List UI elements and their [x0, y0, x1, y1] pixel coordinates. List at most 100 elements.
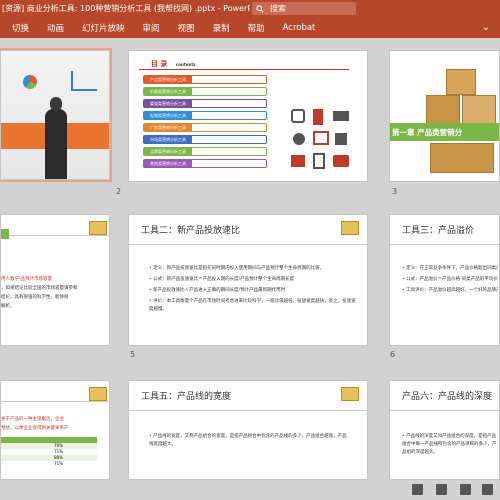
toc-item: 品牌类营销分析工具 [143, 147, 267, 156]
slide-thumbnail-9[interactable]: 产品六：产品线的深度 产品线的深度又叫产品组合的深度，是指产品组合中每一产品线所… [389, 380, 500, 480]
bullet-item: 定义：新产品投放速比是指在同时期内投入使用期间与产品预计整个生命周期的比值。 [149, 265, 359, 273]
toc-item-label: 促销类营销分析工具 [144, 112, 192, 119]
toc-item: 产品类营销分析工具 [143, 75, 267, 84]
slide-number-5: 5 [130, 350, 136, 359]
slide-sorter-view-icon[interactable] [436, 484, 447, 495]
tab-view[interactable]: 视图 [169, 22, 204, 34]
box-shadow [430, 143, 494, 173]
slide-title: 工具二：新产品投放速比 [141, 226, 241, 236]
box [446, 69, 476, 95]
toc-item: 市场类营销分析工具 [143, 135, 267, 144]
slide-title: 产品六：产品线的深度 [402, 392, 493, 402]
toc-list: 产品类营销分析工具 价格类营销分析工具 渠道类营销分析工具 促销类营销分析工具 广告类营… [143, 75, 267, 171]
toc-item: 促销类营销分析工具 [143, 111, 267, 120]
ribbon-tabs: 切换 动画 幻灯片放映 审阅 视图 录制 帮助 Acrobat ⌄ [0, 17, 500, 38]
slide-number-2: 2 [116, 187, 122, 196]
title-bar: [资源] 商业分析工具: 100种营销分析工具 (我帮找网) .pptx - P… [0, 0, 500, 17]
chapter-banner: 第一章 产品类营销分 [390, 123, 499, 141]
toc-underline [139, 69, 349, 70]
table-row: 71% [1, 461, 97, 467]
reading-view-icon[interactable] [460, 484, 471, 495]
slide-text: 用人数/产品预计市场容量 ，如果结论比较全国的市场容量请参和 结论，具有很强的科… [1, 275, 109, 311]
tool-icon [333, 155, 349, 167]
chevron-down-icon[interactable]: ⌄ [482, 22, 490, 33]
toc-subtitle: contents [175, 62, 196, 67]
presenter-head [50, 97, 62, 111]
box-stack [426, 69, 499, 127]
slide-thumbnail-2[interactable]: 目 录 contents 产品类营销分析工具 价格类营销分析工具 渠道类营销分析工具… [128, 50, 368, 182]
bullet-list: 产品线的宽度，又称产品组合的宽度，是指产品组合中包含的产品线的多少，产品组合越宽… [149, 433, 349, 452]
toc-item-label: 市场类营销分析工具 [144, 136, 192, 143]
text-line: ，如果结论比较全国的市场容量请参和 [1, 286, 78, 291]
text-line: 用人数/产品预计市场容量 [1, 277, 53, 282]
folder-icon [341, 387, 359, 401]
tool-icons [289, 109, 355, 173]
slide-thumbnail-7[interactable]: 关于产品的一种主观概念，企业 预估，以便企业会得到关键关系产 70% 71% 8… [0, 380, 110, 480]
slide-title: 工具三：产品溢价 [402, 226, 475, 236]
search-placeholder: 搜索 [270, 4, 286, 13]
bullet-item: 公式：新产品投放速比＝产品投入期的长度/产品预计整个生命周期长度 [149, 276, 359, 284]
bullet-item: 公式：产品溢价＝产品价格-同类产品的平均价格 [402, 276, 498, 284]
tab-help[interactable]: 帮助 [239, 22, 274, 34]
tab-transitions[interactable]: 切换 [3, 22, 38, 34]
slide-text: 关于产品的一种主观概念，企业 预估，以便企业会得到关键关系产 [1, 415, 109, 433]
tab-animations[interactable]: 动画 [38, 22, 73, 34]
doodle-pie [23, 75, 37, 89]
slideshow-view-icon[interactable] [482, 484, 493, 495]
slide-number-3: 3 [392, 187, 398, 196]
toc-item-label: 品牌类营销分析工具 [144, 148, 192, 155]
slide-thumbnail-3[interactable]: 第一章 产品类营销分 [389, 50, 500, 182]
toc-item: 广告类营销分析工具 [143, 123, 267, 132]
tool-icon [313, 131, 329, 145]
bullet-item: 产品线的深度又叫产品组合的深度，是指产品组合中每一产品线所包含的产品项目的多少，… [402, 433, 499, 457]
bullet-list: 定义：新产品投放速比是指在同时期内投入使用期间与产品预计整个生命周期的比值。 公… [149, 265, 359, 317]
search-box[interactable]: 搜索 [252, 2, 356, 15]
tool-icon [333, 111, 349, 121]
tab-slideshow[interactable]: 幻灯片放映 [73, 22, 134, 34]
toc-item: 其他类营销分析工具 [143, 159, 267, 168]
window-title: [资源] 商业分析工具: 100种营销分析工具 (我帮找网) .pptx - P… [2, 4, 250, 13]
folder-icon [89, 221, 107, 235]
toc-title-text: 目 录 [151, 60, 168, 68]
slide-header: 工具五：产品线的宽度 [129, 381, 367, 411]
bullet-list: 产品线的深度又叫产品组合的深度，是指产品组合中每一产品线所包含的产品项目的多少，… [402, 433, 499, 460]
presenter-figure [45, 109, 67, 179]
slide-thumbnail-1[interactable] [0, 48, 112, 182]
header-rule [1, 235, 109, 236]
header-rule [1, 401, 109, 402]
text-line: 解析。 [1, 304, 15, 309]
slide-thumbnail-4[interactable]: 用人数/产品预计市场容量 ，如果结论比较全国的市场容量请参和 结论，具有很强的科… [0, 214, 110, 346]
tool-icon [291, 109, 305, 123]
search-icon [256, 4, 264, 13]
tab-record[interactable]: 录制 [204, 22, 239, 34]
table-cell: 71% [54, 449, 63, 454]
toc-item-label: 广告类营销分析工具 [144, 124, 192, 131]
toc-item-label: 渠道类营销分析工具 [144, 100, 192, 107]
status-bar [0, 480, 500, 500]
tool-icon [313, 153, 325, 169]
table-cell: 80% [54, 455, 63, 460]
bullet-list: 定义：在正常竞争条件下，产品价格超出同类产品的部分，即产品能够因品牌价值而溢价部… [402, 265, 498, 298]
bullet-item: 工具评价：产品溢价越高越好，一个好的品牌产品会有一个很高的溢价。 [402, 287, 498, 295]
slide-thumbnail-6[interactable]: 工具三：产品溢价 定义：在正常竞争条件下，产品价格超出同类产品的部分，即产品能够… [389, 214, 500, 346]
chapter-title: 第一章 产品类营销分 [392, 127, 463, 137]
bullet-item: 评价：本工具衡量个产品在市场时间考虑进来比较科学，一般比值越低，投放速度越快，反… [149, 298, 359, 314]
slide-title: 工具五：产品线的宽度 [141, 392, 232, 402]
bullet-item: 定义：在正常竞争条件下，产品价格超出同类产品的部分，即产品能够因品牌价值而溢价部… [402, 265, 498, 273]
toc-item: 渠道类营销分析工具 [143, 99, 267, 108]
text-line: 预估，以便企业会得到关键关系产 [1, 426, 69, 431]
toc-title: 目 录 contents [151, 59, 196, 69]
slide-thumbnail-5[interactable]: 工具二：新产品投放速比 定义：新产品投放速比是指在同时期内投入使用期间与产品预计… [128, 214, 368, 346]
normal-view-icon[interactable] [412, 484, 423, 495]
table-cell: 70% [54, 443, 63, 448]
header-band [1, 229, 9, 239]
tool-icon [313, 109, 323, 125]
tab-acrobat[interactable]: Acrobat [274, 23, 325, 33]
tool-icon [293, 133, 305, 145]
toc-item-label: 其他类营销分析工具 [144, 160, 192, 167]
folder-icon [341, 221, 359, 235]
slide-thumbnail-8[interactable]: 工具五：产品线的宽度 产品线的宽度，又称产品组合的宽度，是指产品组合中包含的产品… [128, 380, 368, 480]
table-cell: 71% [54, 461, 63, 466]
box [462, 95, 496, 125]
tab-review[interactable]: 审阅 [134, 22, 169, 34]
